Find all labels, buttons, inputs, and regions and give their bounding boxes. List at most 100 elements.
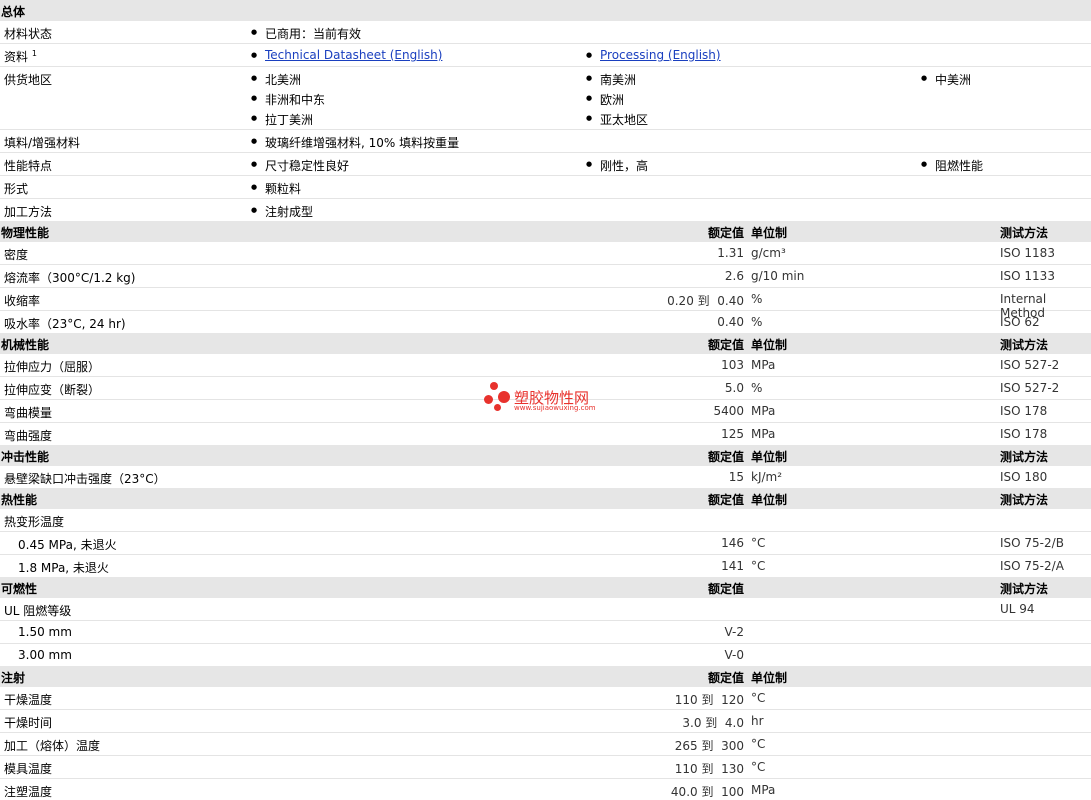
row-value: 110 到 120 [674,693,744,707]
row-value: 141 [721,559,744,573]
row-value: 0.20 到 0.40 [667,294,744,308]
section-injection: 注射 额定值 单位制 [0,666,1091,687]
list-item: 刚性，高 [586,157,648,174]
technical-datasheet-link[interactable]: Technical Datasheet (English) [265,48,442,62]
header-nominal: 额定值 [707,582,744,596]
section-title: 机械性能 [1,338,50,352]
row-label: 模具温度 [4,762,53,776]
row-unit: g/10 min [751,269,805,283]
list-item: Processing (English) [586,48,721,62]
row-unit: g/cm³ [751,246,786,260]
header-unit: 单位制 [751,493,788,507]
row-value: V-0 [724,648,744,662]
row-label: 干燥温度 [4,693,53,707]
table-row: UL 阻燃等级 UL 94 [0,598,1091,621]
row-value: 110 到 130 [674,762,744,776]
region-row: 供货地区 北美洲 南美洲 中美洲 非洲和中东 欧洲 拉丁美洲 亚太地区 [0,67,1091,130]
row-label: 拉伸应变（断裂） [4,383,101,397]
row-unit: MPa [751,427,776,441]
table-row: 3.00 mm V-0 [0,644,1091,666]
row-unit: °C [751,559,766,573]
row-unit: °C [751,737,766,751]
table-row: 干燥温度 110 到 120 °C [0,687,1091,710]
row-value: 5.0 [724,381,744,395]
header-unit: 单位制 [751,450,788,464]
row-test: ISO 75-2/B [1000,536,1064,550]
section-mechanical: 机械性能 额定值 单位制 测试方法 [0,333,1091,354]
row-label: 密度 [4,248,29,262]
row-label: 弯曲强度 [4,429,53,443]
list-item: 中美洲 [921,71,971,88]
row-label: 填料/增强材料 [4,136,81,150]
row-unit: °C [751,691,766,705]
row-test: ISO 180 [1000,470,1048,484]
row-unit: °C [751,536,766,550]
row-test: ISO 527-2 [1000,358,1060,372]
row-unit: °C [751,760,766,774]
table-row: 拉伸应力（屈服） 103 MPa ISO 527-2 [0,354,1091,377]
row-value: 125 [721,427,744,441]
row-unit: hr [751,714,764,728]
row-unit: MPa [751,783,776,797]
header-nominal: 额定值 [707,493,744,507]
header-unit: 单位制 [751,671,788,685]
table-row: 悬壁梁缺口冲击强度（23°C） 15 kJ/m² ISO 180 [0,466,1091,488]
table-row: 弯曲强度 125 MPa ISO 178 [0,423,1091,445]
table-row: 密度 1.31 g/cm³ ISO 1183 [0,242,1091,265]
section-title: 热性能 [1,493,38,507]
header-nominal: 额定值 [707,450,744,464]
list-item: 南美洲 [586,71,636,88]
form-row: 形式 颗粒料 [0,176,1091,199]
table-row: 注塑温度 40.0 到 100 MPa [0,779,1091,799]
section-flammability: 可燃性 额定值 测试方法 [0,577,1091,598]
row-value: 2.6 [724,269,744,283]
row-label: 资料 1 [4,49,37,64]
table-row: 收缩率 0.20 到 0.40 % Internal Method [0,288,1091,320]
header-nominal: 额定值 [707,338,744,352]
section-title: 可燃性 [1,582,38,596]
row-test: UL 94 [1000,602,1035,616]
header-nominal: 额定值 [707,226,744,240]
row-label: 材料状态 [4,27,53,41]
row-label: 供货地区 [4,73,53,87]
table-row: 热变形温度 [0,509,1091,532]
table-row: 熔流率（300°C/1.2 kg) 2.6 g/10 min ISO 1133 [0,265,1091,288]
table-row: 1.8 MPa, 未退火 141 °C ISO 75-2/A [0,555,1091,577]
section-title: 总体 [1,5,26,19]
row-label: 熔流率（300°C/1.2 kg) [4,271,136,285]
header-unit: 单位制 [751,226,788,240]
row-test: ISO 1133 [1000,269,1055,283]
list-item: 已商用：当前有效 [251,25,361,42]
section-title: 物理性能 [1,226,50,240]
header-unit: 单位制 [751,338,788,352]
list-item: 亚太地区 [586,111,648,128]
row-label: 形式 [4,182,29,196]
list-item: 注射成型 [251,203,313,220]
section-title: 冲击性能 [1,450,50,464]
row-label: 悬壁梁缺口冲击强度（23°C） [4,472,166,486]
list-item: 拉丁美洲 [251,111,313,128]
list-item: 北美洲 [251,71,301,88]
header-test: 测试方法 [1000,450,1049,464]
row-label: 加工（熔体）温度 [4,739,101,753]
row-test: ISO 178 [1000,404,1048,418]
row-label: 加工方法 [4,205,53,219]
filler-row: 填料/增强材料 玻璃纤维增强材料, 10% 填料按重量 [0,130,1091,153]
list-item: 欧洲 [586,91,624,108]
list-item: Technical Datasheet (English) [251,48,442,62]
row-value: 146 [721,536,744,550]
row-value: 15 [728,470,744,484]
process-row: 加工方法 注射成型 [0,199,1091,221]
section-general: 总体 [0,0,1091,21]
row-label: 吸水率（23°C, 24 hr) [4,317,126,331]
row-value: 5400 [713,404,744,418]
row-test: ISO 75-2/A [1000,559,1064,573]
row-unit: kJ/m² [751,470,783,484]
row-label: 热变形温度 [4,515,65,529]
processing-link[interactable]: Processing (English) [600,48,721,62]
list-item: 尺寸稳定性良好 [251,157,349,174]
list-item: 玻璃纤维增强材料, 10% 填料按重量 [251,134,459,151]
row-test: ISO 527-2 [1000,381,1060,395]
row-label: 0.45 MPa, 未退火 [18,538,117,552]
row-label: 干燥时间 [4,716,53,730]
